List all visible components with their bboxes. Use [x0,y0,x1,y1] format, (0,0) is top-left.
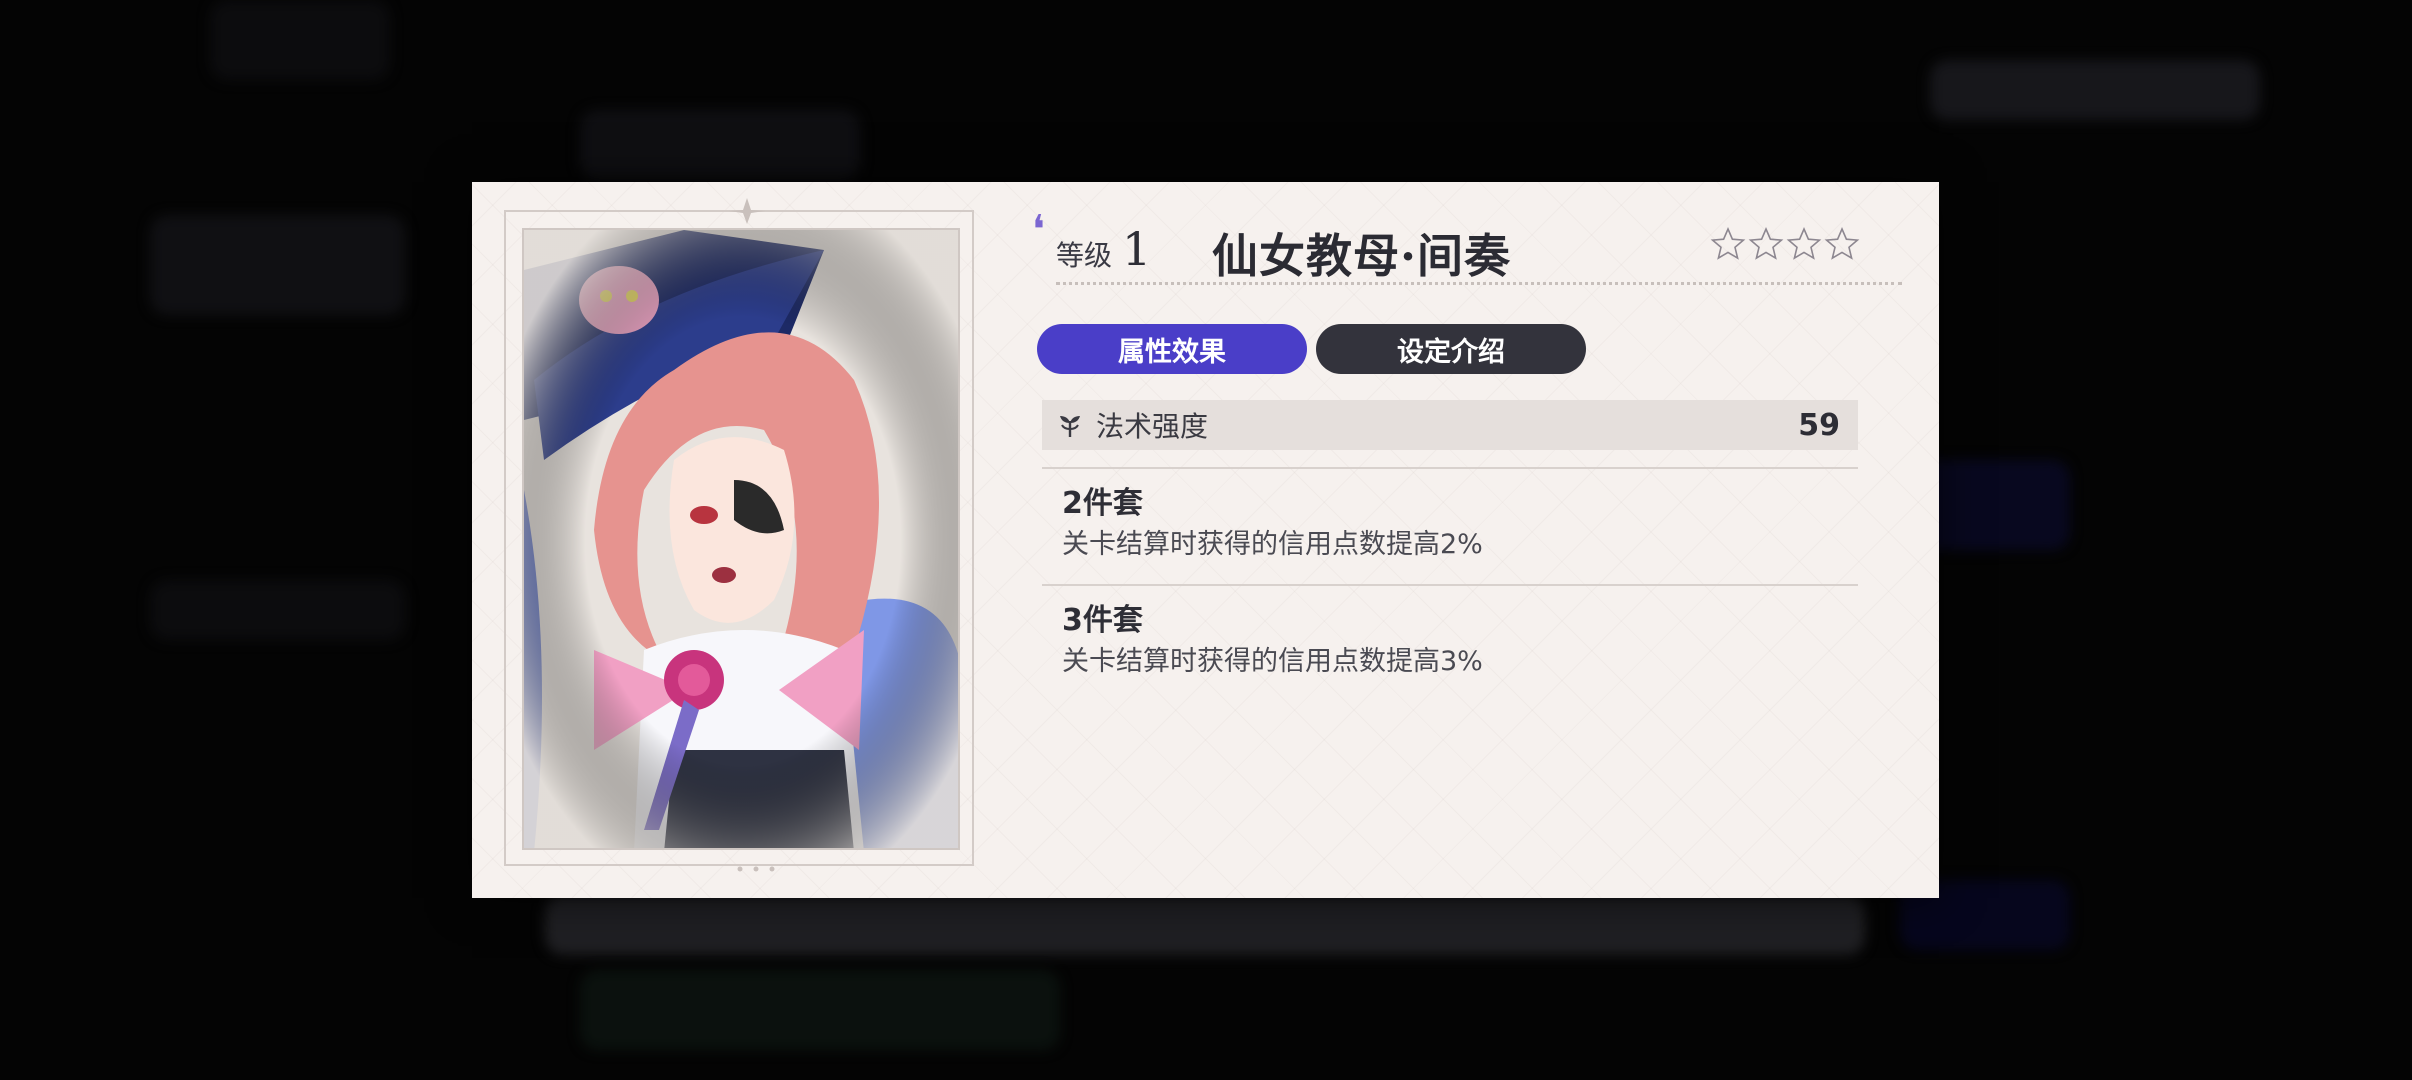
diamond-ornament-icon [729,198,765,224]
set-bonus-3-desc: 关卡结算时获得的信用点数提高3% [1062,646,1483,677]
star-empty-icon [1748,226,1784,262]
sprout-icon [1060,416,1080,437]
set-bonus-3-title: 3件套 [1062,603,1143,638]
dots-ornament-icon [737,866,775,872]
quote-mark-icon: ❛ [1032,207,1045,253]
header-divider [1056,282,1902,285]
stat-value: 59 [1798,407,1840,443]
set-bonus-2-desc: 关卡结算时获得的信用点数提高2% [1062,529,1483,560]
tab-lore-intro[interactable]: 设定介绍 [1316,324,1586,374]
character-portrait [522,228,960,850]
rarity-stars [1710,226,1860,262]
tab-attribute-effects[interactable]: 属性效果 [1037,324,1307,374]
divider [1042,584,1858,586]
star-empty-icon [1710,226,1746,262]
star-empty-icon [1824,226,1860,262]
stat-name: 法术强度 [1096,410,1209,443]
relic-detail-dialog: ❛ 等级 1 仙女教母·间奏 属性效果 设定介绍 法术强度 59 2件套 关卡结… [472,182,1939,898]
star-empty-icon [1786,226,1822,262]
divider [1042,467,1858,469]
character-illustration [524,230,958,848]
relic-name: 仙女教母·间奏 [1212,229,1512,283]
stat-row: 法术强度 59 [1042,400,1858,450]
level-label: 等级 [1056,239,1113,272]
level-value: 1 [1122,222,1152,276]
set-bonus-2-title: 2件套 [1062,486,1143,521]
